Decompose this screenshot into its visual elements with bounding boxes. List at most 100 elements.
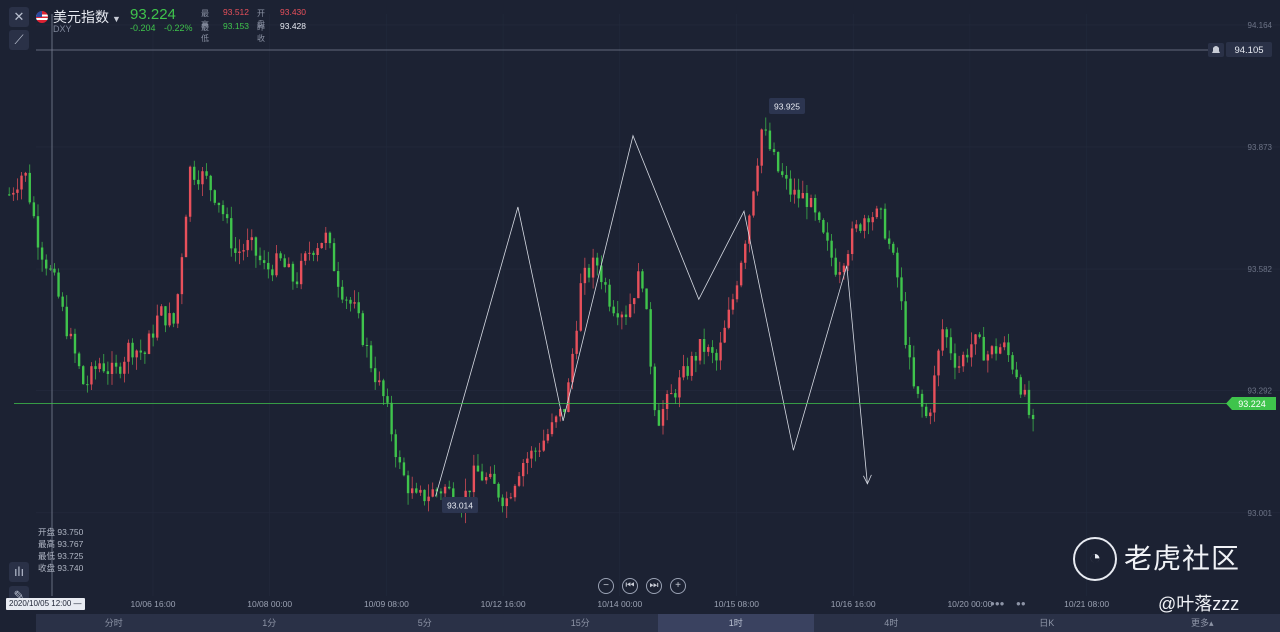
zoom-in-icon[interactable]: + — [670, 578, 686, 594]
candle-body — [69, 333, 73, 337]
page-dots-left[interactable]: ●●● — [990, 599, 1005, 608]
candle-body — [937, 350, 940, 376]
candle-body — [390, 402, 393, 435]
zoom-out-icon[interactable]: − — [598, 578, 614, 594]
candle-body — [361, 313, 365, 345]
timeframe-tab-active[interactable]: 1时 — [658, 614, 814, 632]
candle-body — [879, 208, 883, 210]
price-change-pct: -0.22% — [164, 23, 193, 33]
timeframe-tab[interactable]: 15分 — [503, 614, 659, 632]
instrument-symbol: DXY — [53, 24, 72, 34]
candle-body — [299, 260, 303, 285]
candle-body — [225, 214, 229, 219]
candle-body — [419, 489, 422, 493]
candle-body — [661, 408, 665, 426]
candle-body — [628, 304, 632, 318]
candle-body — [378, 380, 381, 383]
candle-body — [394, 434, 397, 458]
candle-body — [357, 302, 360, 314]
candle-body — [320, 242, 323, 249]
price-chart[interactable]: 94.164 93.873 93.582 93.292 93.001 10/06 16:… — [0, 0, 1280, 614]
alert-price-text: 94.105 — [1234, 45, 1263, 56]
candle-body — [871, 217, 874, 223]
candle-body — [682, 366, 685, 378]
indicator-icon[interactable]: ılı — [9, 562, 29, 582]
timeframe-tab[interactable]: 1分 — [192, 614, 348, 632]
candle-body — [530, 450, 533, 459]
candle-body — [447, 486, 451, 489]
candle-body — [86, 384, 89, 386]
candle-body — [735, 285, 739, 300]
candle-body — [604, 282, 607, 285]
draw-line-icon[interactable]: ⟋ — [9, 30, 29, 50]
candle-body — [867, 218, 870, 223]
candle-body — [686, 366, 689, 376]
candle-body — [147, 333, 151, 354]
skip-back-icon[interactable]: ⏮ — [622, 578, 638, 594]
candle-body — [193, 166, 196, 180]
candle-body — [637, 271, 640, 299]
skip-forward-icon[interactable]: ⏭ — [646, 578, 662, 594]
candle-body — [246, 240, 249, 251]
candle-body — [110, 362, 114, 374]
candle-body — [538, 450, 541, 452]
candle-body — [349, 299, 352, 304]
timeframe-tab[interactable]: 日K — [969, 614, 1125, 632]
candle-body — [497, 483, 500, 498]
candle-body — [139, 350, 142, 353]
candle-body — [534, 450, 537, 452]
candle-body — [1031, 414, 1035, 420]
candle-body — [443, 486, 447, 494]
candle-body — [209, 175, 212, 191]
candle-body — [234, 248, 237, 253]
candle-body — [929, 412, 932, 417]
candle-body — [489, 473, 492, 478]
candle-body — [554, 416, 558, 423]
candle-body — [789, 178, 792, 195]
candle-body — [776, 152, 780, 172]
candle-body — [324, 232, 328, 243]
page-dots-right[interactable]: ●● — [1016, 599, 1026, 608]
candle-body — [242, 250, 245, 252]
us-flag-icon — [36, 11, 48, 23]
candle-body — [365, 344, 369, 346]
candle-body — [1027, 389, 1031, 415]
last-price-text: 93.224 — [1238, 399, 1266, 409]
candle-body — [509, 497, 513, 499]
timeframe-tab[interactable]: 5分 — [347, 614, 503, 632]
alert-bell-icon[interactable] — [1208, 43, 1224, 57]
low-value: 93.153 — [223, 21, 249, 31]
ohlc-close: 收盘 93.740 — [38, 563, 84, 573]
candle-body — [328, 232, 332, 244]
more-timeframes[interactable]: 更多▴ — [1125, 614, 1280, 632]
candle-body — [151, 333, 155, 338]
candle-body — [201, 171, 204, 185]
candle-body — [164, 306, 167, 326]
candle-body — [702, 339, 706, 352]
candle-body — [760, 129, 763, 166]
candle-body — [131, 342, 134, 358]
candle-body — [620, 314, 624, 318]
candle-body — [797, 189, 800, 199]
candle-body — [73, 333, 77, 354]
candle-body — [941, 329, 944, 351]
candle-body — [998, 347, 1002, 354]
x-tick-label: 10/16 16:00 — [831, 599, 876, 609]
candle-body — [1019, 377, 1022, 395]
candle-body — [756, 165, 759, 192]
candle-body — [82, 366, 85, 385]
close-icon[interactable]: ✕ — [9, 7, 29, 27]
candle-body — [106, 371, 110, 374]
candle-body — [53, 268, 56, 273]
price-change: -0.204 — [130, 23, 156, 33]
candle-body — [887, 238, 891, 244]
timeframe-tab[interactable]: 分时 — [36, 614, 192, 632]
candle-body — [805, 193, 809, 207]
candle-body — [933, 375, 936, 413]
crosshair-ohlc: 开盘 93.750 最高 93.767 最低 93.725 收盘 93.740 — [38, 526, 83, 574]
candle-body — [410, 488, 414, 494]
timeframe-tab[interactable]: 4时 — [814, 614, 970, 632]
x-tick-label: 10/20 00:00 — [947, 599, 992, 609]
candle-body — [949, 337, 953, 354]
candle-body — [591, 257, 595, 278]
